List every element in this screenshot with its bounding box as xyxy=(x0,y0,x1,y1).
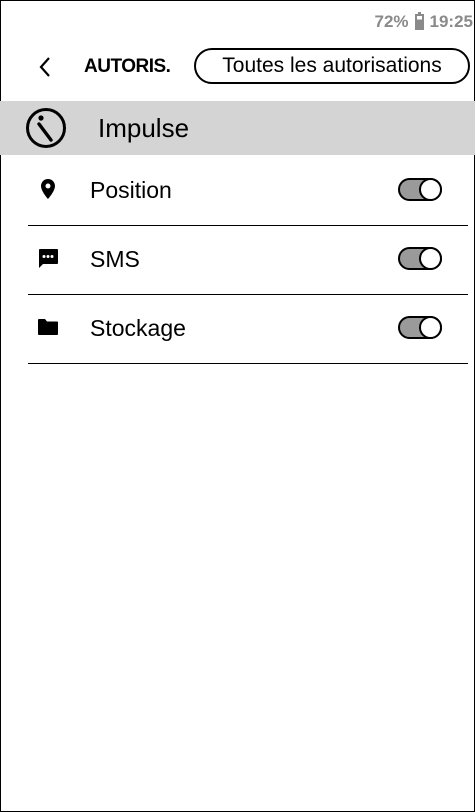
app-header: Impulse xyxy=(0,101,475,155)
permission-label: Position xyxy=(90,177,172,203)
toggle-knob xyxy=(419,247,442,270)
location-pin-icon xyxy=(41,179,55,199)
toggle-knob xyxy=(419,178,442,201)
page-title: AUTORIS. xyxy=(84,56,171,77)
folder-icon xyxy=(38,319,58,335)
toggle-knob xyxy=(419,316,442,339)
app-name: Impulse xyxy=(98,112,190,143)
battery-percent: 72% xyxy=(374,12,409,31)
clock: 19:25 xyxy=(429,12,473,31)
permission-row-storage[interactable]: Stockage xyxy=(28,295,468,364)
chevron-left-icon xyxy=(39,57,50,77)
info-icon[interactable] xyxy=(25,107,67,149)
status-bar: 72% 19:25 xyxy=(374,12,473,32)
all-permissions-button[interactable]: Toutes les autorisations xyxy=(194,48,470,84)
storage-toggle[interactable] xyxy=(398,316,442,339)
position-toggle[interactable] xyxy=(398,178,442,201)
back-button[interactable] xyxy=(30,52,60,82)
sms-toggle[interactable] xyxy=(398,247,442,270)
permission-label: SMS xyxy=(90,246,140,272)
permission-row-position[interactable]: Position xyxy=(28,157,468,226)
message-icon xyxy=(39,249,58,268)
battery-icon xyxy=(414,12,424,30)
permission-label: Stockage xyxy=(90,315,186,341)
permission-row-sms[interactable]: SMS xyxy=(28,226,468,295)
toolbar: AUTORIS. Toutes les autorisations xyxy=(0,40,475,90)
